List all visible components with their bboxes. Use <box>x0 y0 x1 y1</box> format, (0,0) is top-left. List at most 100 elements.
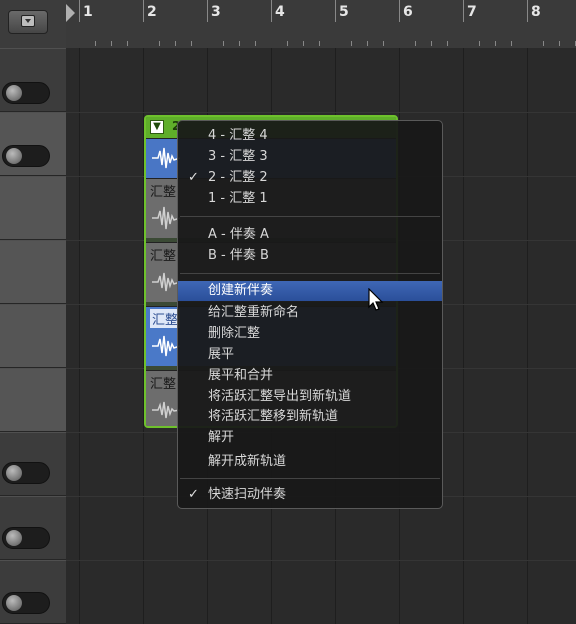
ruler-subtick <box>191 41 192 46</box>
ruler-subtick <box>559 41 560 46</box>
disclosure-triangle-icon[interactable]: ▼ <box>150 120 164 134</box>
menu-item-take-2[interactable]: ✓ 2 - 汇整 2 <box>178 168 442 188</box>
lane-divider <box>66 560 576 561</box>
menu-item-label: A - 伴奏 A <box>208 227 269 242</box>
grid-line <box>79 48 80 624</box>
menu-item-move-take-new-track[interactable]: 将活跃汇整移到新轨道 <box>178 407 442 427</box>
ruler-subtick <box>351 41 352 46</box>
ruler-subtick <box>431 41 432 46</box>
ruler-subtick <box>303 41 304 46</box>
bar-number: 8 <box>531 4 541 20</box>
waveform-icon <box>152 272 180 292</box>
playhead-marker-icon[interactable] <box>66 4 75 22</box>
menu-item-take-4[interactable]: 4 - 汇整 4 <box>178 126 442 146</box>
bar-tick <box>79 0 80 22</box>
ruler-subtick <box>447 41 448 46</box>
ruler-subtick <box>415 41 416 46</box>
take-lane-header[interactable] <box>0 368 66 432</box>
ruler-subtick <box>479 41 480 46</box>
ruler-subtick <box>159 41 160 46</box>
menu-item-label: 2 - 汇整 2 <box>208 170 268 185</box>
track-header-panel <box>0 0 67 624</box>
menu-item-comp-b[interactable]: B - 伴奏 B <box>178 246 442 266</box>
bar-tick <box>463 0 464 22</box>
bar-number: 5 <box>339 4 349 20</box>
menu-item-label: 1 - 汇整 1 <box>208 191 268 206</box>
menu-item-take-1[interactable]: 1 - 汇整 1 <box>178 189 442 209</box>
ruler-subtick <box>175 41 176 46</box>
bar-ruler[interactable]: 1 2 3 4 5 6 7 8 <box>66 0 576 49</box>
ruler-subtick <box>111 41 112 46</box>
menu-item-take-3[interactable]: 3 - 汇整 3 <box>178 147 442 167</box>
bar-tick <box>271 0 272 22</box>
take-label: 汇整 <box>150 377 177 392</box>
track-toggle-knob[interactable] <box>2 527 50 549</box>
menu-item-label: 展平和合并 <box>208 368 274 383</box>
menu-item-rename-take[interactable]: 给汇整重新命名 <box>178 303 442 323</box>
ruler-subtick <box>543 41 544 46</box>
bar-tick <box>143 0 144 22</box>
take-lane-header[interactable] <box>0 176 66 240</box>
menu-item-label: B - 伴奏 B <box>208 248 269 263</box>
menu-item-unpack[interactable]: 解开 <box>178 428 442 448</box>
track-header[interactable] <box>0 432 66 496</box>
waveform-icon <box>152 206 180 230</box>
menu-separator <box>180 478 440 479</box>
ruler-subtick <box>495 41 496 46</box>
grid-line <box>527 48 528 624</box>
ruler-subtick <box>239 41 240 46</box>
bar-number: 3 <box>211 4 221 20</box>
take-context-menu: 4 - 汇整 4 3 - 汇整 3 ✓ 2 - 汇整 2 1 - 汇整 1 A … <box>177 120 443 509</box>
waveform-icon <box>152 147 180 169</box>
bar-number: 1 <box>83 4 93 20</box>
take-lane-header[interactable] <box>0 304 66 368</box>
ruler-subtick <box>287 41 288 46</box>
ruler-subtick <box>319 41 320 46</box>
bar-tick <box>335 0 336 22</box>
menu-item-label: 将活跃汇整导出到新轨道 <box>208 389 352 404</box>
menu-item-label: 解开成新轨道 <box>208 454 287 469</box>
track-header[interactable] <box>0 560 66 624</box>
track-header[interactable] <box>0 48 66 112</box>
menu-item-quick-swipe-comping[interactable]: ✓ 快速扫动伴奏 <box>178 485 442 505</box>
waveform-icon <box>152 401 180 419</box>
ruler-subtick <box>95 41 96 46</box>
track-header-selected[interactable] <box>0 112 66 176</box>
bar-number: 7 <box>467 4 477 20</box>
menu-item-label: 3 - 汇整 3 <box>208 149 268 164</box>
collapse-tracks-button[interactable] <box>8 10 48 34</box>
menu-separator <box>180 273 440 274</box>
mouse-pointer-icon <box>368 288 384 311</box>
ruler-subtick <box>367 41 368 46</box>
track-toggle-knob[interactable] <box>2 462 50 484</box>
menu-item-comp-a[interactable]: A - 伴奏 A <box>178 225 442 245</box>
menu-item-flatten[interactable]: 展平 <box>178 345 442 365</box>
ruler-subtick <box>511 41 512 46</box>
bar-tick <box>527 0 528 22</box>
track-toggle-knob[interactable] <box>2 592 50 614</box>
ruler-subtick <box>255 41 256 46</box>
menu-item-create-new-comp[interactable]: 创建新伴奏 <box>178 281 442 301</box>
menu-item-delete-take[interactable]: 删除汇整 <box>178 324 442 344</box>
take-label: 汇整 <box>150 185 177 200</box>
track-toggle-knob[interactable] <box>2 145 50 167</box>
menu-item-label: 解开 <box>208 430 235 445</box>
waveform-icon <box>152 335 180 357</box>
lane-divider <box>66 112 576 113</box>
track-toggle-knob[interactable] <box>2 82 50 104</box>
take-label: 汇整 <box>150 309 181 328</box>
bar-number: 6 <box>403 4 413 20</box>
menu-item-flatten-merge[interactable]: 展平和合并 <box>178 366 442 386</box>
menu-item-unpack-new-tracks[interactable]: 解开成新轨道 <box>178 452 442 472</box>
bar-number: 2 <box>147 4 157 20</box>
bar-number: 4 <box>275 4 285 20</box>
take-lane-header[interactable] <box>0 240 66 304</box>
menu-item-label: 创建新伴奏 <box>208 283 274 298</box>
track-header[interactable] <box>0 496 66 560</box>
menu-item-label: 给汇整重新命名 <box>208 305 300 320</box>
checkmark-icon: ✓ <box>188 487 199 502</box>
checkmark-icon: ✓ <box>188 170 199 185</box>
menu-item-label: 删除汇整 <box>208 326 261 341</box>
menu-item-label: 快速扫动伴奏 <box>208 487 287 502</box>
menu-item-export-take-new-track[interactable]: 将活跃汇整导出到新轨道 <box>178 387 442 407</box>
